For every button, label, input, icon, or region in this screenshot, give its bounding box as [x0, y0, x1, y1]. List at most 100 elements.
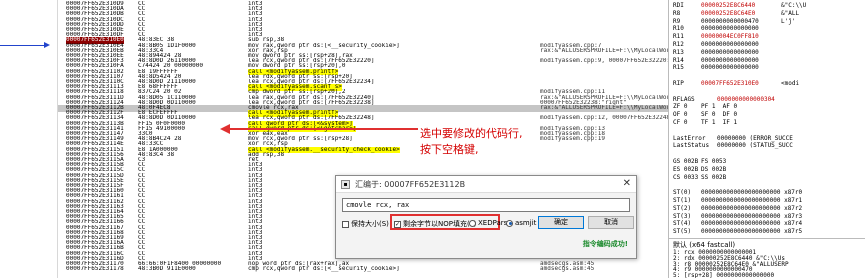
register-name: CS 0033	[673, 173, 699, 181]
register-name: OF 0	[673, 111, 688, 119]
encode-status-text: 指令编码成功!	[582, 240, 628, 248]
rip-arrow-head-icon	[44, 42, 50, 48]
register-value[interactable]: 0000000000000000000000 x87r3	[701, 213, 802, 220]
register-value[interactable]: 00000252E8C64E0	[701, 10, 755, 17]
register-row[interactable]: R12 0000000000000000	[673, 41, 865, 48]
register-value[interactable]: 00007FF652E310E0	[701, 80, 759, 87]
register-row[interactable]: R8 00000252E8C64E0 &"ALL	[673, 10, 865, 17]
register-value[interactable]: 00000000 (ERROR_SUCCE	[717, 135, 793, 142]
register-name: ST(5)	[673, 228, 692, 236]
registers-panel[interactable]: RDI 00000252E8C6440 &"C:\\U R8 00000252E8C64…	[668, 0, 865, 238]
register-name: R10	[673, 25, 684, 33]
register-row[interactable]: R10 0000000000000000	[673, 25, 865, 32]
register-row[interactable]	[673, 88, 865, 95]
register-value[interactable]: 0000000000000470	[701, 18, 759, 25]
register-row[interactable]: GS 002B FS 0053	[673, 158, 865, 165]
call-arguments-panel[interactable]: 默认 (x64 fastcall) 1: rcx 000000000000000…	[668, 238, 865, 278]
close-icon[interactable]: ✕	[623, 178, 631, 189]
register-value[interactable]: TF 1 IF 1	[701, 119, 737, 126]
register-name: RIP	[673, 80, 684, 87]
register-value[interactable]: FS 0053	[701, 158, 726, 165]
register-value[interactable]: SF 0 DF 0	[701, 111, 737, 118]
register-value[interactable]: 0000000000000304	[717, 96, 775, 103]
register-value[interactable]: 0000000000000000	[701, 57, 759, 64]
call-argument-row[interactable]: 5: [rsp+28] 0000000000000000	[673, 272, 774, 278]
fill-nop-label: 剩余字节以NOP填充(F)	[403, 220, 477, 228]
register-row[interactable]: RDI 00000252E8C6440 &"C:\\U	[673, 2, 865, 9]
assembly-input[interactable]	[342, 198, 630, 212]
disasm-address: 00007FF652E31178	[66, 266, 124, 273]
register-value[interactable]: PF 1 AF 0	[701, 103, 737, 110]
register-value[interactable]: DS 002B	[701, 166, 726, 173]
register-name: RDI	[673, 2, 684, 9]
fill-nop-checkbox[interactable]: ✓ 剩余字节以NOP填充(F)	[394, 219, 476, 229]
register-row[interactable]: ST(0) 0000000000000000000000 x87r0	[673, 189, 865, 196]
register-row[interactable]	[673, 181, 865, 188]
register-name: ST(4)	[673, 220, 692, 228]
disasm-instruction: cmp rcx,qword ptr ds:[<__security_cookie…	[248, 266, 400, 273]
register-name: CF 0	[673, 119, 688, 126]
register-value[interactable]: 0000000000000000	[701, 41, 759, 48]
radio-icon[interactable]	[469, 219, 476, 227]
register-value[interactable]: 0000000000000000000000 x87r4	[701, 220, 802, 227]
annotation-line-1: 选中要修改的代码行,	[420, 127, 523, 140]
register-value[interactable]: 0000000000000000	[701, 64, 759, 71]
register-value[interactable]: 0000000000000000	[701, 25, 759, 32]
register-row[interactable]: ZF 0 PF 1 AF 0	[673, 103, 865, 110]
register-comment: &"C:\\U	[781, 2, 807, 9]
register-name: R12	[673, 41, 684, 48]
tutorial-annotation: 选中要修改的代码行, 按下空格键,	[420, 126, 640, 158]
ok-button[interactable]: 确定	[538, 216, 584, 229]
register-comment: L'ǰ'	[781, 17, 796, 25]
register-row[interactable]: CF 0 TF 1 IF 1	[673, 119, 865, 126]
register-row[interactable]: CS 0033 SS 002B	[673, 174, 865, 181]
keep-size-checkbox[interactable]: 保持大小(S)	[342, 219, 389, 229]
register-row[interactable]: R15 0000000000000000	[673, 64, 865, 71]
register-value[interactable]: 00000252E8C6440	[701, 2, 755, 9]
register-row[interactable]: R14 0000000000000000	[673, 57, 865, 64]
register-row[interactable]: RIP 00007FF652E310E0 <modi	[673, 80, 865, 87]
register-value[interactable]: 00000004EC0FF810	[701, 33, 759, 40]
annotation-line-2: 按下空格键,	[420, 143, 479, 156]
register-row[interactable]: R9 0000000000000470 L'ǰ'	[673, 18, 865, 25]
dialog-titlebar[interactable]: ▪ 汇编于: 00007FF652E3112B ✕	[336, 176, 636, 193]
register-name: R15	[673, 64, 684, 72]
register-row[interactable]: ST(2) 0000000000000000000000 x87r2	[673, 205, 865, 212]
register-name: ZF 0	[673, 103, 688, 111]
cancel-button[interactable]: 取消	[588, 216, 634, 229]
register-name: LastError	[673, 134, 706, 142]
register-value[interactable]: 0000000000000000	[701, 49, 759, 56]
register-name: ST(3)	[673, 212, 692, 220]
register-row[interactable]: R11 00000004EC0FF810	[673, 33, 865, 40]
asmjit-radio[interactable]: asmjit	[506, 219, 536, 227]
register-value[interactable]: 0000000000000000000000 x87r5	[701, 228, 802, 235]
register-row[interactable]	[673, 72, 865, 79]
register-name: R13	[673, 48, 684, 56]
register-row[interactable]: RFLAGS 0000000000000304	[673, 96, 865, 103]
register-row[interactable]: ES 002B DS 002B	[673, 166, 865, 173]
register-name: LastStatus	[673, 142, 710, 150]
register-value[interactable]: SS 002B	[701, 174, 726, 181]
register-name: ST(0)	[673, 189, 692, 197]
checkbox-box[interactable]	[342, 220, 349, 228]
register-row[interactable]: ST(5) 0000000000000000000000 x87r5	[673, 228, 865, 235]
register-row[interactable]: ST(4) 0000000000000000000000 x87r4	[673, 220, 865, 227]
register-name: R8	[673, 9, 681, 17]
register-row[interactable]: LastStatus 00000000 (STATUS_SUCC	[673, 142, 865, 149]
register-value[interactable]: 0000000000000000000000 x87r2	[701, 205, 802, 212]
disasm-comment: amdsecgs.asm:45	[540, 266, 595, 273]
register-value[interactable]: 0000000000000000000000 x87r0	[701, 189, 802, 196]
disasm-row[interactable]: 00007FF652E31178 48:3B0D 911E0000 cmp rcx,…	[58, 266, 668, 273]
register-row[interactable]: ST(3) 0000000000000000000000 x87r3	[673, 213, 865, 220]
register-value[interactable]: 0000000000000000000000 x87r1	[701, 197, 802, 204]
register-row[interactable]: R13 0000000000000000	[673, 49, 865, 56]
register-comment: <modi	[781, 80, 800, 87]
register-row[interactable]	[673, 127, 865, 134]
register-row[interactable]: LastError 00000000 (ERROR_SUCCE	[673, 135, 865, 142]
register-row[interactable]: ST(1) 0000000000000000000000 x87r1	[673, 197, 865, 204]
register-row[interactable]: OF 0 SF 0 DF 0	[673, 111, 865, 118]
radio-selected-icon[interactable]	[506, 219, 513, 227]
register-value[interactable]: 00000000 (STATUS_SUCC	[717, 142, 793, 149]
register-row[interactable]	[673, 150, 865, 157]
check-icon[interactable]: ✓	[394, 220, 401, 228]
